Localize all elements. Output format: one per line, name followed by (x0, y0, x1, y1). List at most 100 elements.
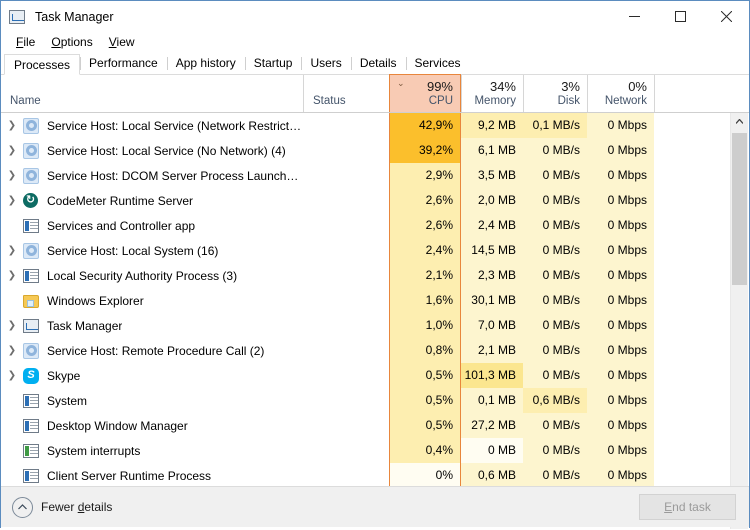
table-row[interactable]: ❯ Service Host: Remote Procedure Call (2)… (1, 338, 731, 363)
process-status-cell (303, 313, 389, 338)
expand-chevron-icon[interactable]: ❯ (1, 263, 23, 288)
process-name-cell[interactable]: ❯ Service Host: Local Service (Network Re… (1, 113, 303, 138)
menu-bar: File Options View (1, 32, 749, 52)
end-task-button[interactable]: End task (639, 494, 736, 520)
table-row[interactable]: ❯ Local Security Authority Process (3) 2,1… (1, 263, 731, 288)
process-cpu-cell: 0% (389, 463, 461, 488)
process-name-cell[interactable]: System (1, 388, 303, 413)
process-name-cell[interactable]: Services and Controller app (1, 213, 303, 238)
tab-performance[interactable]: Performance (80, 53, 167, 74)
process-memory-cell: 7,0 MB (461, 313, 523, 338)
scroll-up-icon[interactable] (731, 113, 748, 130)
process-memory-cell: 30,1 MB (461, 288, 523, 313)
task-manager-window: Task Manager File Options View Processes… (0, 0, 750, 530)
row-filler (654, 338, 731, 363)
process-disk-cell: 0 MB/s (523, 288, 587, 313)
process-name-cell[interactable]: ❯ Service Host: DCOM Server Process Launc… (1, 163, 303, 188)
expand-chevron-icon[interactable]: ❯ (1, 238, 23, 263)
tab-processes[interactable]: Processes (4, 54, 81, 75)
process-cpu-cell: 2,1% (389, 263, 461, 288)
process-disk-cell: 0 MB/s (523, 363, 587, 388)
folder-icon (23, 293, 39, 309)
table-row[interactable]: ❯ Service Host: Local Service (Network Re… (1, 113, 731, 138)
column-header-memory[interactable]: 34% Memory (461, 75, 523, 112)
scrollbar-thumb[interactable] (732, 133, 747, 285)
expand-chevron-icon[interactable]: ❯ (1, 188, 23, 213)
process-name-cell[interactable]: ❯ Task Manager (1, 313, 303, 338)
process-cpu-cell: 2,9% (389, 163, 461, 188)
column-header-disk[interactable]: 3% Disk (523, 75, 587, 112)
column-header-name[interactable]: Name (1, 75, 303, 112)
table-row[interactable]: Client Server Runtime Process 0% 0,6 MB 0 M… (1, 463, 731, 488)
tab-app-history[interactable]: App history (166, 53, 245, 74)
expand-chevron-icon[interactable]: ❯ (1, 338, 23, 363)
process-name-label: Services and Controller app (47, 218, 196, 233)
column-header-network[interactable]: 0% Network (587, 75, 654, 112)
process-name-label: Skype (47, 368, 81, 383)
title-bar: Task Manager (1, 1, 749, 32)
menu-view[interactable]: View (101, 34, 143, 50)
menu-file[interactable]: File (8, 34, 43, 50)
process-name-cell[interactable]: ❯ Local Security Authority Process (3) (1, 263, 303, 288)
table-row[interactable]: System interrupts 0,4% 0 MB 0 MB/s 0 Mbps (1, 438, 731, 463)
expand-chevron-icon[interactable]: ❯ (1, 313, 23, 338)
process-network-cell: 0 Mbps (587, 163, 654, 188)
process-network-cell: 0 Mbps (587, 438, 654, 463)
vertical-scrollbar[interactable] (730, 113, 748, 529)
column-header-status[interactable]: Status (303, 75, 389, 112)
process-name-cell[interactable]: ❯ Service Host: Local System (16) (1, 238, 303, 263)
process-name-label: Service Host: Local Service (No Network)… (47, 143, 286, 158)
process-name-cell[interactable]: Desktop Window Manager (1, 413, 303, 438)
process-name-cell[interactable]: System interrupts (1, 438, 303, 463)
chevron-up-circle-icon (12, 496, 33, 518)
fewer-details-button[interactable]: Fewer details (12, 496, 112, 518)
process-name-cell[interactable]: ❯ Service Host: Local Service (No Network… (1, 138, 303, 163)
menu-file-rest: ile (23, 35, 36, 49)
process-network-cell: 0 Mbps (587, 413, 654, 438)
table-row[interactable]: Desktop Window Manager 0,5% 27,2 MB 0 MB/s 0… (1, 413, 731, 438)
tab-details[interactable]: Details (350, 53, 406, 74)
table-row[interactable]: ❯ S Skype 0,5% 101,3 MB 0 MB/s 0 Mbps (1, 363, 731, 388)
expand-chevron-icon[interactable]: ❯ (1, 163, 23, 188)
process-name-cell[interactable]: Windows Explorer (1, 288, 303, 313)
process-cpu-cell: 2,6% (389, 213, 461, 238)
expand-chevron-icon[interactable]: ❯ (1, 113, 23, 138)
close-button[interactable] (703, 1, 749, 32)
table-row[interactable]: ❯ Service Host: Local Service (No Network… (1, 138, 731, 163)
expand-chevron-icon[interactable]: ❯ (1, 363, 23, 388)
footer-bar: Fewer details End task (1, 486, 749, 527)
process-name-label: Local Security Authority Process (3) (47, 268, 238, 283)
column-header-cpu[interactable]: ⌄ 99% CPU (389, 74, 461, 112)
table-row[interactable]: ❯ ↻ CodeMeter Runtime Server 2,6% 2,0 MB 0 MB… (1, 188, 731, 213)
table-row[interactable]: Windows Explorer 1,6% 30,1 MB 0 MB/s 0 Mbps (1, 288, 731, 313)
chevron-down-icon: ⌄ (397, 78, 405, 88)
table-row[interactable]: System 0,5% 0,1 MB 0,6 MB/s 0 Mbps (1, 388, 731, 413)
table-row[interactable]: ❯ Task Manager 1,0% 7,0 MB 0 MB/s 0 Mbps (1, 313, 731, 338)
process-memory-cell: 27,2 MB (461, 413, 523, 438)
window-icon (23, 393, 39, 409)
process-name-cell[interactable]: ❯ ↻ CodeMeter Runtime Server (1, 188, 303, 213)
table-row[interactable]: Services and Controller app 2,6% 2,4 MB 0 M… (1, 213, 731, 238)
tab-users[interactable]: Users (301, 53, 350, 74)
column-header-row: Name Status ⌄ 99% CPU 34% Memory 3% Disk… (1, 74, 749, 113)
menu-options[interactable]: Options (43, 34, 100, 50)
process-name-cell[interactable]: Client Server Runtime Process (1, 463, 303, 488)
tab-services[interactable]: Services (405, 53, 470, 74)
process-network-cell: 0 Mbps (587, 138, 654, 163)
maximize-button[interactable] (657, 1, 703, 32)
process-cpu-cell: 1,0% (389, 313, 461, 338)
process-list[interactable]: ❯ Service Host: Local Service (Network Re… (1, 113, 731, 529)
process-cpu-cell: 1,6% (389, 288, 461, 313)
expand-chevron-icon[interactable]: ❯ (1, 138, 23, 163)
process-status-cell (303, 138, 389, 163)
process-name-cell[interactable]: ❯ S Skype (1, 363, 303, 388)
table-row[interactable]: ❯ Service Host: Local System (16) 2,4% 14,5… (1, 238, 731, 263)
tab-startup[interactable]: Startup (244, 53, 302, 74)
process-network-cell: 0 Mbps (587, 113, 654, 138)
process-name-cell[interactable]: ❯ Service Host: Remote Procedure Call (2) (1, 338, 303, 363)
minimize-button[interactable] (611, 1, 657, 32)
process-disk-cell: 0 MB/s (523, 163, 587, 188)
table-row[interactable]: ❯ Service Host: DCOM Server Process Launc… (1, 163, 731, 188)
codemeter-icon: ↻ (23, 192, 39, 209)
process-cpu-cell: 0,5% (389, 363, 461, 388)
